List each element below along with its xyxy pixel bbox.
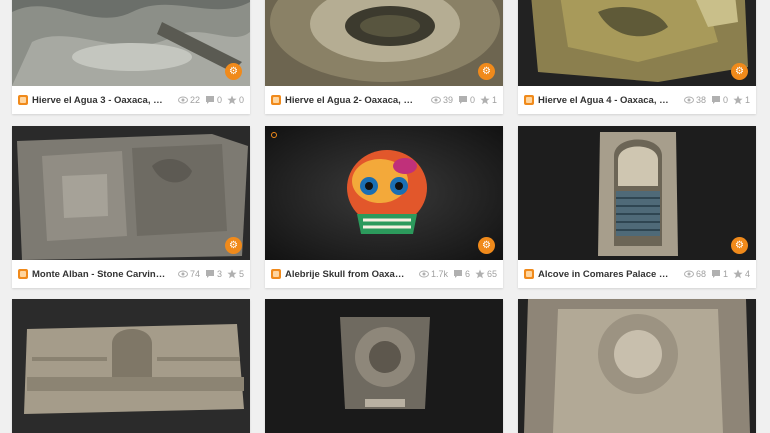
star-icon (733, 95, 743, 105)
model-card[interactable]: ⚙ Hierve el Agua 3 - Oaxaca, Mexi... 22 … (12, 0, 250, 114)
model-thumbnail[interactable] (518, 299, 756, 433)
comment-icon (205, 270, 214, 278)
comment-count: 6 (464, 269, 470, 279)
comment-icon (205, 96, 214, 104)
view-count: 1.7k (430, 269, 448, 279)
comment-icon (458, 96, 467, 104)
comment-icon (453, 270, 462, 278)
comment-count: 0 (216, 95, 222, 105)
staff-pick-icon (271, 132, 277, 138)
comment-icon (711, 96, 720, 104)
model-thumbnail[interactable]: ⚙ (518, 0, 756, 86)
comment-count: 3 (216, 269, 222, 279)
model-card[interactable]: ⚙ Monte Alban - Stone Carvings i... 74 3… (12, 126, 250, 288)
star-icon (480, 95, 490, 105)
model-title[interactable]: Alcove in Comares Palace of th... (538, 269, 673, 280)
gear-icon[interactable]: ⚙ (731, 63, 748, 80)
category-icon (524, 95, 534, 105)
thumbnail-image (518, 0, 756, 86)
thumbnail-image (12, 299, 250, 433)
model-title[interactable]: Monte Alban - Stone Carvings i... (32, 269, 167, 280)
model-thumbnail[interactable]: ⚙ (12, 0, 250, 86)
model-card[interactable] (518, 299, 756, 433)
model-card[interactable]: ⚙ Hierve el Agua 4 - Oaxaca, Mexi... 38 … (518, 0, 756, 114)
eye-icon (177, 96, 188, 104)
gear-icon[interactable]: ⚙ (225, 237, 242, 254)
eye-icon (683, 96, 694, 104)
model-thumbnail[interactable]: ⚙ (265, 126, 503, 260)
model-thumbnail[interactable]: ⚙ (518, 126, 756, 260)
gear-icon[interactable]: ⚙ (225, 63, 242, 80)
comment-icon (711, 270, 720, 278)
thumbnail-image (265, 0, 503, 86)
comment-count: 0 (469, 95, 475, 105)
star-icon (227, 95, 237, 105)
like-count: 0 (238, 95, 244, 105)
gear-icon[interactable]: ⚙ (731, 237, 748, 254)
like-count: 1 (744, 95, 750, 105)
thumbnail-image (12, 0, 250, 86)
model-card[interactable] (265, 299, 503, 433)
like-count: 5 (238, 269, 244, 279)
model-card[interactable]: ⚙ Hierve el Agua 2- Oaxaca, Mexico 39 0 … (265, 0, 503, 114)
model-title[interactable]: Hierve el Agua 2- Oaxaca, Mexico (285, 95, 420, 106)
category-icon (524, 269, 534, 279)
eye-icon (430, 96, 441, 104)
view-count: 68 (695, 269, 706, 279)
thumbnail-image (265, 299, 503, 433)
star-icon (227, 269, 237, 279)
view-count: 22 (189, 95, 200, 105)
comment-count: 1 (722, 269, 728, 279)
model-card[interactable]: ⚙ Alcove in Comares Palace of th... 68 1… (518, 126, 756, 288)
category-icon (18, 269, 28, 279)
model-title[interactable]: Alebrije Skull from Oaxaca, ... (285, 269, 408, 280)
category-icon (271, 95, 281, 105)
thumbnail-image (12, 126, 250, 260)
thumbnail-image (265, 126, 503, 260)
eye-icon (418, 270, 429, 278)
model-card[interactable] (12, 299, 250, 433)
gear-icon[interactable]: ⚙ (478, 237, 495, 254)
thumbnail-image (518, 126, 756, 260)
model-thumbnail[interactable] (265, 299, 503, 433)
view-count: 38 (695, 95, 706, 105)
model-title[interactable]: Hierve el Agua 4 - Oaxaca, Mexi... (538, 95, 673, 106)
eye-icon (177, 270, 188, 278)
like-count: 4 (744, 269, 750, 279)
thumbnail-image (518, 299, 756, 433)
model-thumbnail[interactable]: ⚙ (12, 126, 250, 260)
comment-count: 0 (722, 95, 728, 105)
category-icon (18, 95, 28, 105)
view-count: 74 (189, 269, 200, 279)
model-thumbnail[interactable] (12, 299, 250, 433)
category-icon (271, 269, 281, 279)
gear-icon[interactable]: ⚙ (478, 63, 495, 80)
star-icon (475, 269, 485, 279)
eye-icon (683, 270, 694, 278)
like-count: 65 (486, 269, 497, 279)
star-icon (733, 269, 743, 279)
model-card[interactable]: ⚙ Alebrije Skull from Oaxaca, ... 1.7k 6… (265, 126, 503, 288)
model-title[interactable]: Hierve el Agua 3 - Oaxaca, Mexi... (32, 95, 167, 106)
model-thumbnail[interactable]: ⚙ (265, 0, 503, 86)
view-count: 39 (442, 95, 453, 105)
like-count: 1 (491, 95, 497, 105)
